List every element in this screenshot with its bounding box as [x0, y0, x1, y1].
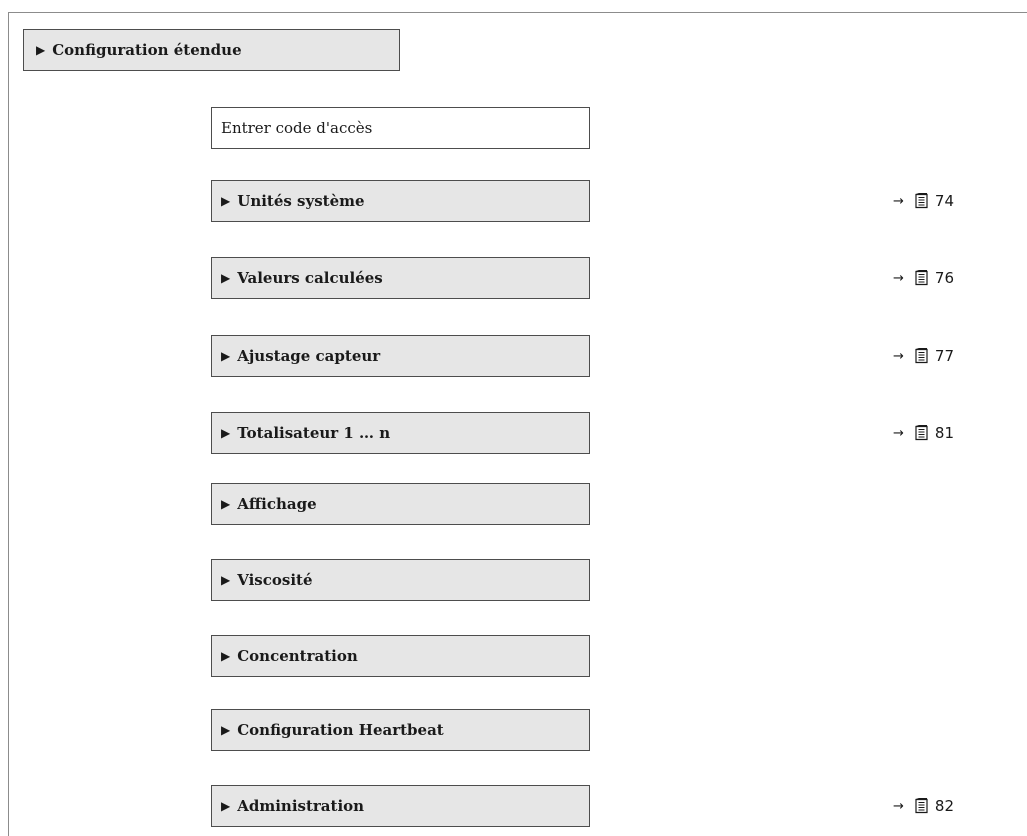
submenu-viscosite[interactable]: ▶ Viscosité — [211, 559, 590, 601]
book-page-icon — [915, 425, 928, 441]
frame-left-rule — [8, 12, 9, 836]
submenu-label: Valeurs calculées — [237, 269, 383, 287]
page-reference[interactable]: → 77 — [893, 335, 983, 377]
submenu-totalisateur[interactable]: ▶ Totalisateur 1 … n — [211, 412, 590, 454]
submenu-label: Ajustage capteur — [237, 347, 381, 365]
submenu-affichage[interactable]: ▶ Affichage — [211, 483, 590, 525]
parameter-entrer-code-acces[interactable]: Entrer code d'accès — [211, 107, 590, 149]
menu-configuration-etendue[interactable]: ▶ Configuration étendue — [23, 29, 400, 71]
submenu-label: Administration — [237, 797, 365, 815]
book-page-icon — [915, 270, 928, 286]
page-number: 77 — [934, 347, 954, 365]
submenu-ajustage-capteur[interactable]: ▶ Ajustage capteur — [211, 335, 590, 377]
parameter-label: Entrer code d'accès — [221, 119, 373, 137]
submenu-arrow-icon: ▶ — [221, 497, 231, 511]
submenu-label: Totalisateur 1 … n — [237, 424, 391, 442]
submenu-arrow-icon: ▶ — [221, 426, 231, 440]
page-reference[interactable]: → 81 — [893, 412, 983, 454]
right-arrow-icon: → — [893, 798, 904, 814]
submenu-arrow-icon: ▶ — [221, 649, 231, 663]
submenu-label: Concentration — [237, 647, 358, 665]
submenu-arrow-icon: ▶ — [221, 349, 231, 363]
book-page-icon — [915, 193, 928, 209]
menu-title: Configuration étendue — [52, 41, 242, 59]
right-arrow-icon: → — [893, 193, 904, 209]
page-reference[interactable]: → 82 — [893, 785, 983, 827]
submenu-label: Unités système — [237, 192, 365, 210]
book-page-icon — [915, 798, 928, 814]
submenu-configuration-heartbeat[interactable]: ▶ Configuration Heartbeat — [211, 709, 590, 751]
submenu-arrow-icon: ▶ — [221, 723, 231, 737]
page-reference[interactable]: → 76 — [893, 257, 983, 299]
submenu-arrow-icon: ▶ — [221, 194, 231, 208]
submenu-administration[interactable]: ▶ Administration — [211, 785, 590, 827]
page-number: 76 — [934, 269, 954, 287]
right-arrow-icon: → — [893, 270, 904, 286]
submenu-unites-systeme[interactable]: ▶ Unités système — [211, 180, 590, 222]
submenu-concentration[interactable]: ▶ Concentration — [211, 635, 590, 677]
page-reference[interactable]: → 74 — [893, 180, 983, 222]
submenu-arrow-icon: ▶ — [36, 43, 46, 57]
submenu-label: Configuration Heartbeat — [237, 721, 444, 739]
right-arrow-icon: → — [893, 348, 904, 364]
submenu-arrow-icon: ▶ — [221, 573, 231, 587]
submenu-arrow-icon: ▶ — [221, 799, 231, 813]
right-arrow-icon: → — [893, 425, 904, 441]
submenu-arrow-icon: ▶ — [221, 271, 231, 285]
submenu-label: Affichage — [237, 495, 317, 513]
submenu-label: Viscosité — [237, 571, 313, 589]
frame-top-rule — [8, 12, 1027, 13]
page-number: 82 — [934, 797, 954, 815]
submenu-valeurs-calculees[interactable]: ▶ Valeurs calculées — [211, 257, 590, 299]
page-number: 81 — [934, 424, 954, 442]
page-number: 74 — [934, 192, 954, 210]
book-page-icon — [915, 348, 928, 364]
